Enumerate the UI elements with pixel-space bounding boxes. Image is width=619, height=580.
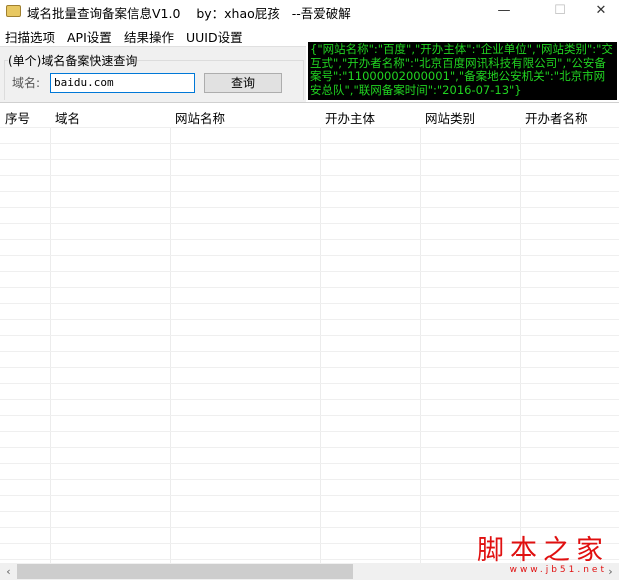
col-header-site-name[interactable]: 网站名称	[175, 108, 225, 127]
col-header-owner-type[interactable]: 开办主体	[325, 108, 375, 127]
row-divider	[0, 319, 619, 320]
row-divider	[0, 415, 619, 416]
row-divider	[0, 431, 619, 432]
group-label: (单个)域名备案快速查询	[8, 52, 138, 69]
row-divider	[0, 255, 619, 256]
maximize-button[interactable]: ☐	[537, 0, 583, 24]
column-divider	[50, 103, 51, 563]
menu-api-settings[interactable]: API设置	[67, 27, 112, 46]
row-divider	[0, 287, 619, 288]
column-divider	[320, 103, 321, 563]
row-divider	[0, 191, 619, 192]
row-divider	[0, 143, 619, 144]
close-button[interactable]: ✕	[583, 0, 619, 24]
column-divider	[520, 103, 521, 563]
column-divider	[170, 103, 171, 563]
results-table: 序号 域名 网站名称 开办主体 网站类别 开办者名称	[0, 102, 619, 563]
row-divider	[0, 223, 619, 224]
col-header-domain[interactable]: 域名	[55, 108, 80, 127]
row-divider	[0, 351, 619, 352]
row-divider	[0, 159, 619, 160]
title-bar: 域名批量查询备案信息V1.0 by：xhao屁孩 --吾爱破解 — ☐ ✕	[0, 0, 619, 24]
row-divider	[0, 207, 619, 208]
scroll-thumb[interactable]	[17, 564, 353, 579]
app-folder-icon	[6, 5, 21, 17]
col-header-owner-name[interactable]: 开办者名称	[525, 108, 588, 127]
row-divider	[0, 495, 619, 496]
menu-scan-options[interactable]: 扫描选项	[5, 27, 55, 46]
menu-result-actions[interactable]: 结果操作	[124, 27, 174, 46]
domain-label: 域名:	[12, 76, 41, 90]
row-divider	[0, 479, 619, 480]
row-divider	[0, 271, 619, 272]
row-divider	[0, 367, 619, 368]
window-title: 域名批量查询备案信息V1.0 by：xhao屁孩 --吾爱破解	[27, 6, 351, 21]
row-divider	[0, 175, 619, 176]
row-divider	[0, 399, 619, 400]
row-divider	[0, 239, 619, 240]
row-divider	[0, 335, 619, 336]
row-divider	[0, 447, 619, 448]
row-divider	[0, 127, 619, 128]
row-divider	[0, 383, 619, 384]
query-button[interactable]: 查询	[204, 73, 282, 93]
col-header-site-type[interactable]: 网站类别	[425, 108, 475, 127]
row-divider	[0, 511, 619, 512]
result-console: {"网站名称":"百度","开办主体":"企业单位","网站类别":"交互式",…	[308, 42, 617, 100]
column-divider	[420, 103, 421, 563]
minimize-button[interactable]: —	[481, 0, 527, 24]
watermark-url: www.jb51.net	[509, 565, 607, 575]
watermark-logo: 脚本之家	[477, 535, 609, 566]
row-divider	[0, 303, 619, 304]
menu-uuid-settings[interactable]: UUID设置	[186, 27, 243, 46]
table-header: 序号 域名 网站名称 开办主体 网站类别 开办者名称	[0, 103, 619, 127]
row-divider	[0, 463, 619, 464]
col-header-index[interactable]: 序号	[5, 108, 30, 127]
quick-query-panel: (单个)域名备案快速查询 域名: baidu.com 查询	[0, 46, 306, 102]
domain-input[interactable]: baidu.com	[50, 73, 195, 93]
scroll-left-icon[interactable]: ‹	[0, 563, 17, 580]
